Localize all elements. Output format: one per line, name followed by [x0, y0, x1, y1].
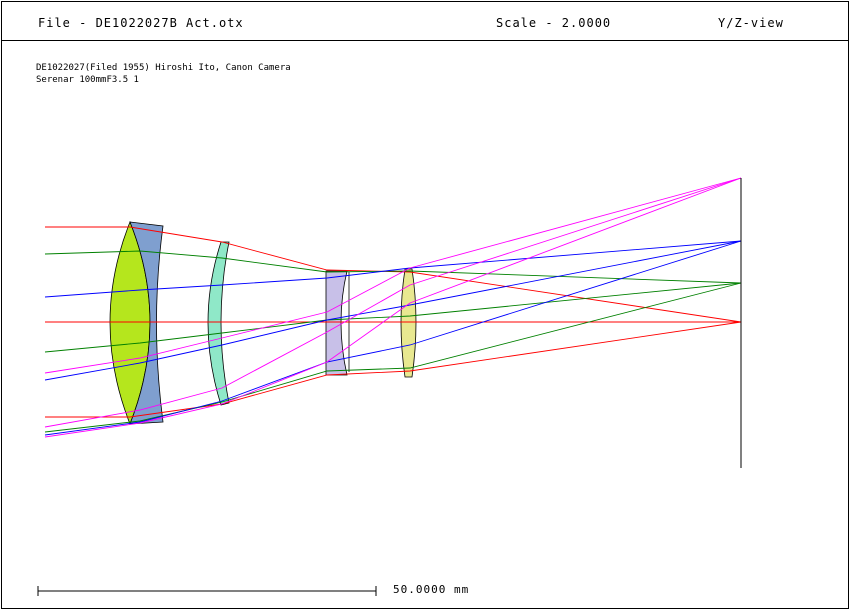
lens-element-4: [325, 270, 348, 376]
scale-bar: [37, 586, 377, 596]
scale-bar-label: 50.0000 mm: [393, 583, 470, 596]
lens-layout-diagram: [37, 177, 742, 596]
lens-element-5: [400, 268, 417, 378]
lens-element-3: [207, 241, 230, 406]
